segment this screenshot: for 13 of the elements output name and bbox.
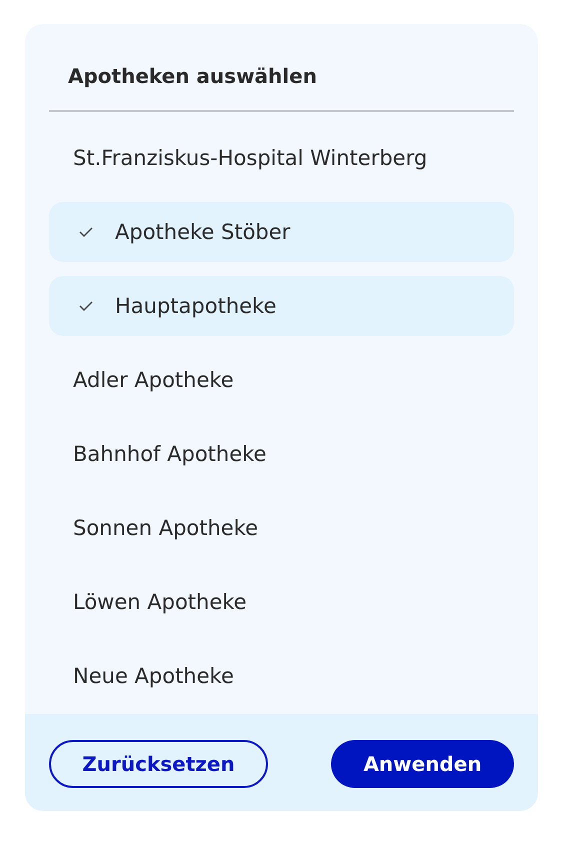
reset-button[interactable]: Zurücksetzen (49, 740, 268, 788)
dialog-title: Apotheken auswählen (68, 64, 318, 88)
check-icon (79, 301, 93, 311)
option-item[interactable]: Neue Apotheke (49, 646, 514, 706)
check-icon (79, 227, 93, 237)
option-item[interactable]: Hauptapotheke (49, 276, 514, 336)
option-item[interactable]: Sonnen Apotheke (49, 498, 514, 558)
apply-button[interactable]: Anwenden (331, 740, 514, 788)
option-item[interactable]: Bahnhof Apotheke (49, 424, 514, 484)
option-item[interactable]: Löwen Apotheke (49, 572, 514, 632)
option-item[interactable]: Adler Apotheke (49, 350, 514, 410)
option-item[interactable]: St.Franziskus-Hospital Winterberg (49, 128, 514, 188)
option-item[interactable]: Apotheke Stöber (49, 202, 514, 262)
